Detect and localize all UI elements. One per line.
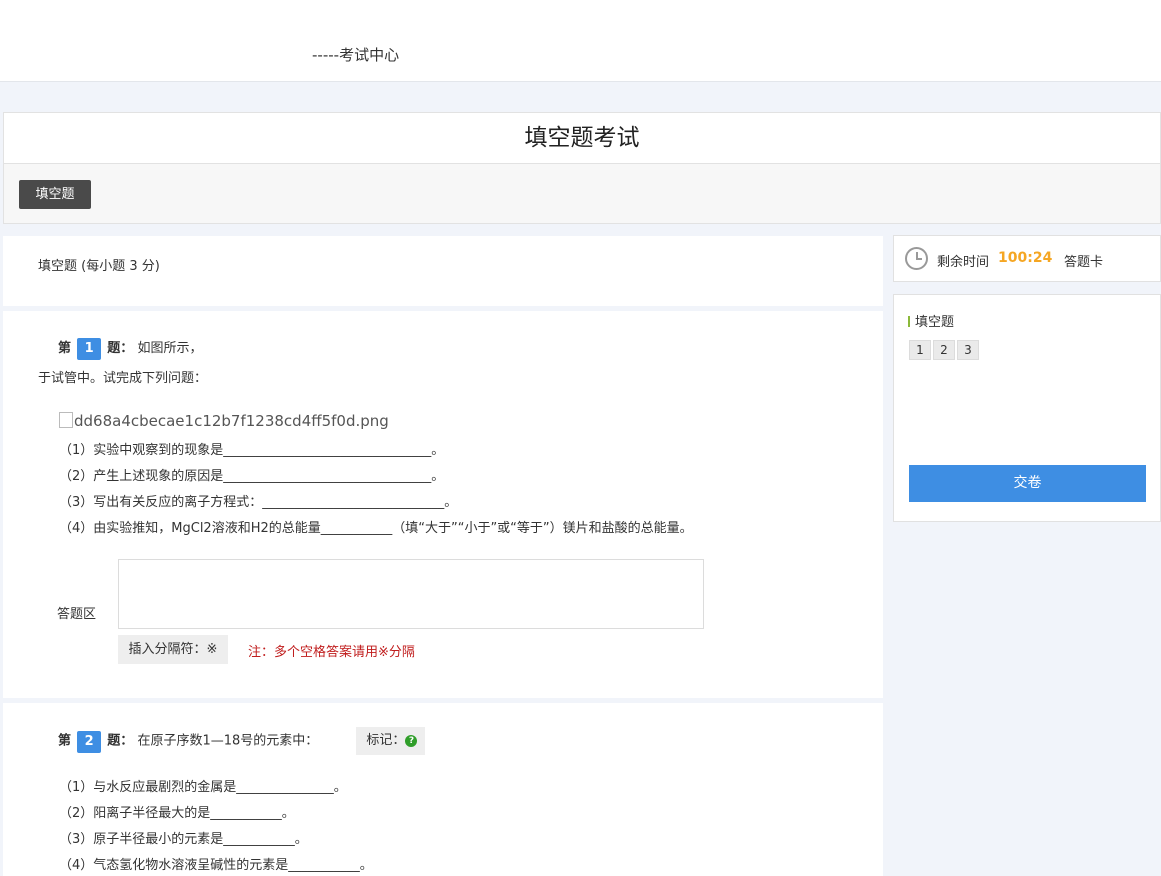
sub-question: （4）由实验推知，MgCl2溶液和H2的总能量___________（填“大于”…	[59, 521, 693, 536]
answer-card-section: 填空题	[908, 311, 954, 330]
question-number-badge: 1	[77, 338, 102, 360]
question-suffix: 题：	[107, 341, 134, 356]
question-text: 如图所示，	[137, 341, 203, 356]
sub-question: （1）与水反应最剧烈的金属是_______________。	[59, 780, 347, 795]
section-heading-panel: 填空题 (每小题 3 分)	[3, 236, 883, 306]
question-nav-button[interactable]: 1	[909, 340, 931, 360]
mark-button[interactable]: 标记：?	[356, 727, 426, 755]
answer-card-section-label: 填空题	[915, 315, 955, 330]
timer-value: 100:24	[998, 250, 1053, 266]
question-nav-button[interactable]: 3	[957, 340, 979, 360]
sub-question: （3）写出有关反应的离子方程式：________________________…	[59, 495, 458, 510]
question-suffix: 题：	[107, 733, 134, 749]
image-alt-text: dd68a4cbecae1c12b7f1238cd4ff5f0d.png	[74, 412, 389, 430]
answer-card-label: 答题卡	[1064, 255, 1104, 270]
timer-panel: 剩余时间 100:24 答题卡	[893, 235, 1161, 282]
submit-button[interactable]: 交卷	[909, 465, 1146, 502]
question-text: 在原子序数1—18号的元素中：	[137, 733, 319, 749]
sub-question: （2）阳离子半径最大的是___________。	[59, 806, 295, 821]
sub-question: （4）气态氢化物水溶液呈碱性的元素是___________。	[59, 858, 373, 873]
question-nav: 1 2 3	[909, 340, 979, 360]
separator-note: 注：多个空格答案请用※分隔	[248, 645, 415, 660]
answer-area-label: 答题区	[57, 607, 97, 622]
header-title: -----考试中心	[312, 46, 400, 64]
section-heading: 填空题 (每小题 3 分)	[38, 259, 160, 274]
answer-input[interactable]	[118, 559, 704, 629]
question-prefix: 第	[58, 341, 72, 356]
insert-separator-button[interactable]: 插入分隔符：※	[118, 635, 228, 664]
sub-question: （3）原子半径最小的元素是___________。	[59, 832, 308, 847]
question-card-1: 第 1 题： 如图所示， 于试管中。试完成下列问题： dd68a4cbecae1…	[3, 311, 883, 698]
question-number-badge: 2	[77, 730, 102, 753]
question-2-title: 第 2 题： 在原子序数1—18号的元素中： 标记：?	[58, 727, 426, 755]
timer-label: 剩余时间	[937, 255, 990, 270]
answer-card-panel: 填空题 1 2 3 交卷	[893, 294, 1161, 522]
exam-title-panel: 填空题考试 填空题	[3, 112, 1161, 224]
sub-question: （1）实验中观察到的现象是___________________________…	[59, 443, 445, 458]
clock-icon	[905, 247, 928, 270]
question-type-button[interactable]: 填空题	[19, 180, 91, 209]
section-bar-icon	[908, 316, 910, 327]
question-nav-button[interactable]: 2	[933, 340, 955, 360]
broken-image: dd68a4cbecae1c12b7f1238cd4ff5f0d.png	[59, 412, 389, 430]
broken-image-icon	[59, 412, 73, 428]
question-card-2: 第 2 题： 在原子序数1—18号的元素中： 标记：? （1）与水反应最剧烈的金…	[3, 703, 883, 876]
question-prefix: 第	[58, 733, 72, 749]
help-icon: ?	[405, 734, 418, 747]
question-1-line2: 于试管中。试完成下列问题：	[38, 371, 208, 386]
sub-question: （2）产生上述现象的原因是___________________________…	[59, 469, 445, 484]
question-1-title: 第 1 题： 如图所示，	[58, 337, 202, 360]
mark-label: 标记：	[366, 733, 406, 748]
page-header: -----考试中心	[0, 0, 1161, 82]
exam-title: 填空题考试	[4, 113, 1160, 164]
